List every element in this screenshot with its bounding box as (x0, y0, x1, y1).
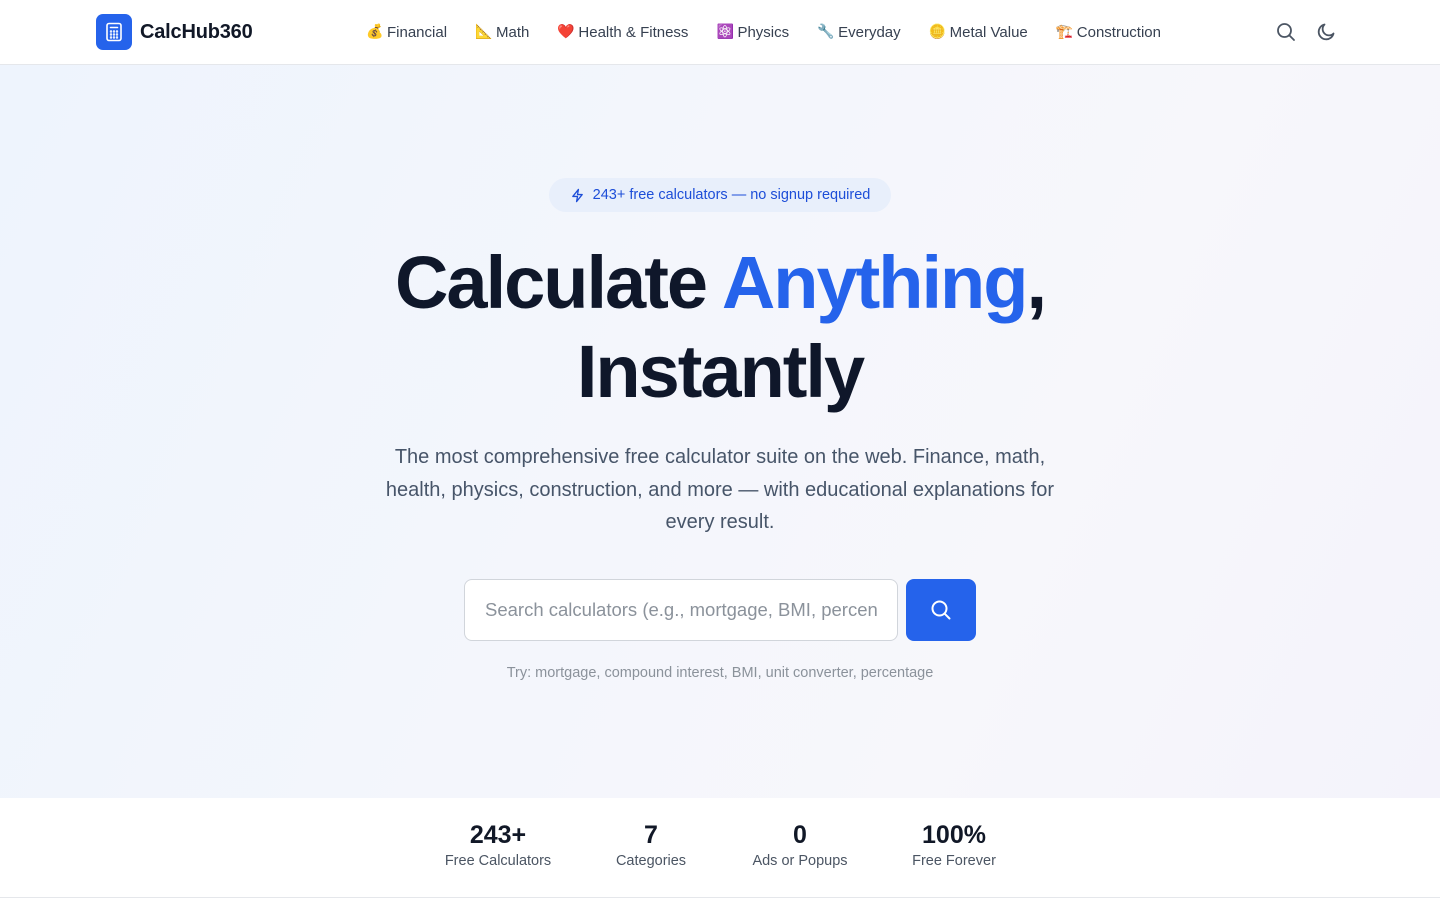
brand-logo-link[interactable]: CalcHub360 (96, 14, 253, 50)
stat-ads-popups: 0 Ads or Popups (740, 820, 860, 869)
free-calculators-badge: 243+ free calculators — no signup requir… (549, 178, 891, 212)
nav-item-metal-value[interactable]: 🪙 Metal Value (915, 18, 1042, 47)
atom-icon: ⚛️ (716, 24, 734, 40)
triangle-ruler-icon: 📐 (475, 24, 493, 40)
calculator-icon (96, 14, 132, 50)
nav-item-everyday[interactable]: 🔧 Everyday (803, 18, 915, 47)
stat-value: 243+ (469, 821, 527, 849)
stat-categories: 7 Categories (601, 820, 701, 869)
stat-label: Ads or Popups (752, 853, 848, 869)
nav-item-math[interactable]: 📐 Math (461, 18, 543, 47)
nav-item-financial[interactable]: 💰 Financial (352, 18, 461, 47)
stat-free-forever: 100% Free Forever (899, 820, 1009, 869)
stat-label: Free Forever (912, 853, 996, 869)
hero-section: 243+ free calculators — no signup requir… (0, 65, 1440, 798)
search-suggestions: Try: mortgage, compound interest, BMI, u… (506, 665, 934, 681)
nav-item-label: Financial (387, 23, 448, 41)
badge-text: 243+ free calculators — no signup requir… (592, 187, 871, 203)
moon-icon[interactable] (1314, 20, 1338, 44)
hero-title-part1: Calculate (394, 241, 722, 324)
stat-label: Free Calculators (444, 853, 552, 869)
lightning-icon (570, 188, 585, 203)
main-nav: 💰 Financial 📐 Math ❤️ Health & Fitness ⚛… (352, 0, 1175, 64)
money-bag-icon: 💰 (366, 24, 384, 40)
nav-item-label: Metal Value (949, 23, 1028, 41)
stat-free-calculators: 243+ Free Calculators (434, 820, 562, 869)
calculator-search-input[interactable] (464, 579, 898, 641)
hero-title-line2: Instantly (576, 330, 865, 413)
coin-icon: 🪙 (928, 24, 947, 40)
hero-title-accent: Anything (721, 241, 1029, 324)
hero-title-comma: , (1026, 241, 1047, 324)
stat-label: Categories (615, 853, 687, 869)
wrench-icon: 🔧 (817, 24, 835, 40)
nav-item-construction[interactable]: 🏗️ Construction (1042, 18, 1175, 47)
nav-item-label: Everyday (838, 23, 901, 41)
heart-icon: ❤️ (557, 24, 575, 40)
site-header: CalcHub360 💰 Financial 📐 Math ❤️ Health … (0, 0, 1440, 65)
brand-name: CalcHub360 (140, 20, 253, 43)
stat-value: 100% (922, 821, 986, 849)
construction-crane-icon: 🏗️ (1055, 24, 1074, 40)
nav-item-health-fitness[interactable]: ❤️ Health & Fitness (543, 18, 702, 47)
hero-title: Calculate Anything, (0, 246, 1440, 320)
nav-item-label: Construction (1076, 23, 1161, 41)
nav-item-label: Physics (737, 23, 790, 41)
search-submit-button[interactable] (906, 579, 976, 641)
stat-value: 0 (793, 821, 807, 849)
search-icon[interactable] (1274, 20, 1298, 44)
stats-bar: 243+ Free Calculators 7 Categories 0 Ads… (0, 798, 1440, 898)
search-icon (930, 599, 952, 621)
hero-subtitle: The most comprehensive free calculator s… (385, 446, 1055, 533)
nav-item-label: Math (496, 23, 530, 41)
nav-item-physics[interactable]: ⚛️ Physics (702, 18, 803, 47)
nav-item-label: Health & Fitness (578, 23, 689, 41)
stat-value: 7 (644, 821, 658, 849)
